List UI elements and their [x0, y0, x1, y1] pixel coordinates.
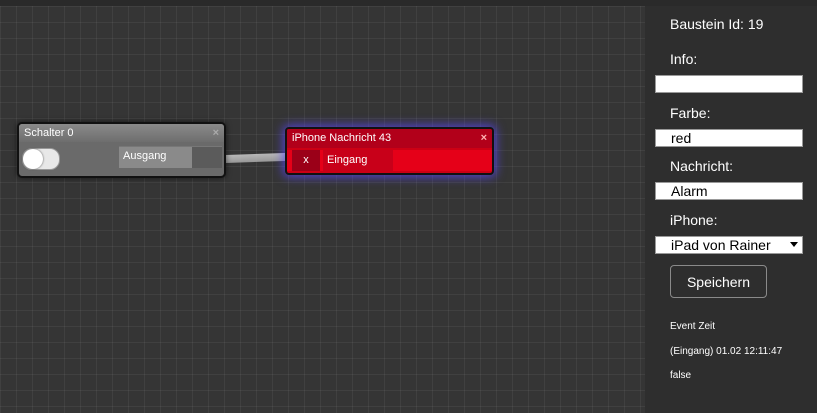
connection-wire[interactable] — [222, 152, 288, 164]
flow-canvas[interactable]: Schalter 0 × Ausgang iPhone Nachricht 43… — [0, 6, 645, 413]
message-label: Nachricht: — [670, 158, 734, 174]
event-time-title: Event Zeit — [670, 321, 716, 332]
color-field[interactable] — [655, 129, 803, 147]
input-port-label: Eingang — [323, 150, 393, 171]
close-icon[interactable]: × — [213, 124, 219, 142]
event-time-entry: (Eingang) 01.02 12:11:47 — [670, 346, 783, 357]
toggle-knob — [23, 149, 43, 169]
disconnect-button[interactable]: x — [292, 150, 320, 171]
info-field[interactable] — [655, 75, 803, 93]
output-port-label: Ausgang — [123, 150, 167, 162]
iphone-select-value: iPad von Rainer — [671, 237, 771, 253]
chevron-down-icon — [790, 242, 798, 247]
properties-panel: Baustein Id: 19 Info: Farbe: Nachricht: … — [645, 6, 817, 413]
block-id-label: Baustein Id: 19 — [670, 16, 764, 32]
output-port[interactable]: Ausgang — [119, 146, 222, 168]
output-connector[interactable] — [192, 147, 222, 168]
color-label: Farbe: — [670, 105, 711, 121]
switch-node[interactable]: Schalter 0 × Ausgang — [17, 122, 226, 178]
iphone-message-node[interactable]: iPhone Nachricht 43 × x Eingang — [285, 127, 494, 175]
close-icon[interactable]: × — [481, 129, 487, 148]
message-field[interactable] — [655, 182, 803, 200]
iphone-select[interactable]: iPad von Rainer — [655, 236, 803, 254]
event-value: false — [670, 370, 692, 381]
info-label: Info: — [670, 51, 698, 67]
save-button[interactable]: Speichern — [670, 265, 767, 298]
switch-toggle[interactable] — [22, 148, 60, 170]
switch-node-header[interactable]: Schalter 0 × — [19, 124, 224, 142]
iphone-node-title: iPhone Nachricht 43 — [292, 132, 392, 144]
switch-node-title: Schalter 0 — [24, 127, 74, 139]
input-port[interactable]: x Eingang — [287, 150, 492, 171]
iphone-label: iPhone: — [670, 212, 718, 228]
iphone-node-header[interactable]: iPhone Nachricht 43 × — [287, 129, 492, 148]
